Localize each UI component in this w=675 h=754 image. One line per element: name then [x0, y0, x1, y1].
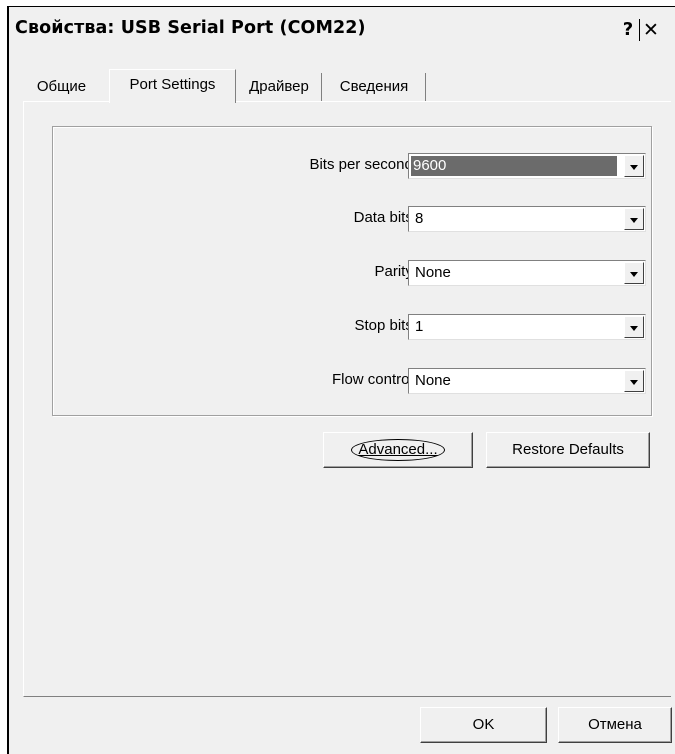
properties-dialog: Свойства: USB Serial Port (COM22) ? ✕ Об… [7, 6, 675, 754]
flow-control-select[interactable]: None [408, 368, 646, 394]
flow-control-row: Flow control: None [53, 368, 653, 394]
restore-defaults-button[interactable]: Restore Defaults [486, 432, 650, 468]
data-bits-value: 8 [415, 210, 424, 227]
port-settings-panel: Bits per second: 9600 Data bits: 8 Parit… [23, 101, 671, 697]
data-bits-select[interactable]: 8 [408, 206, 646, 232]
parity-select[interactable]: None [408, 260, 646, 286]
tab-general[interactable]: Общие [23, 73, 100, 101]
close-icon[interactable]: ✕ [643, 19, 665, 41]
tab-driver[interactable]: Драйвер [237, 73, 322, 101]
advanced-button[interactable]: Advanced... [323, 432, 473, 468]
advanced-button-label: Advanced... [351, 439, 445, 461]
help-button[interactable]: ? [617, 19, 640, 41]
chevron-down-icon[interactable] [624, 208, 644, 230]
stop-bits-select[interactable]: 1 [408, 314, 646, 340]
chevron-down-icon[interactable] [624, 316, 644, 338]
chevron-down-icon[interactable] [624, 370, 644, 392]
stop-bits-row: Stop bits: 1 [53, 314, 653, 340]
chevron-down-icon[interactable] [624, 155, 644, 177]
title-bar: Свойства: USB Serial Port (COM22) ? ✕ [9, 7, 675, 50]
chevron-down-icon[interactable] [624, 262, 644, 284]
stop-bits-value: 1 [415, 318, 424, 335]
bits-per-second-select[interactable]: 9600 [408, 153, 646, 179]
settings-group: Bits per second: 9600 Data bits: 8 Parit… [52, 126, 652, 416]
tab-port-settings[interactable]: Port Settings [109, 69, 236, 103]
flow-control-label: Flow control: [331, 371, 417, 388]
data-bits-row: Data bits: 8 [53, 206, 653, 232]
parity-value: None [415, 264, 451, 281]
tab-details[interactable]: Сведения [323, 73, 426, 101]
dialog-title: Свойства: USB Serial Port (COM22) [15, 18, 366, 38]
bits-per-second-label: Bits per second: [309, 156, 417, 173]
ok-button[interactable]: OK [420, 707, 547, 743]
bits-per-second-row: Bits per second: 9600 [53, 153, 653, 179]
cancel-button[interactable]: Отмена [558, 707, 672, 743]
bits-per-second-value: 9600 [411, 156, 617, 176]
flow-control-value: None [415, 372, 451, 389]
parity-row: Parity: None [53, 260, 653, 286]
